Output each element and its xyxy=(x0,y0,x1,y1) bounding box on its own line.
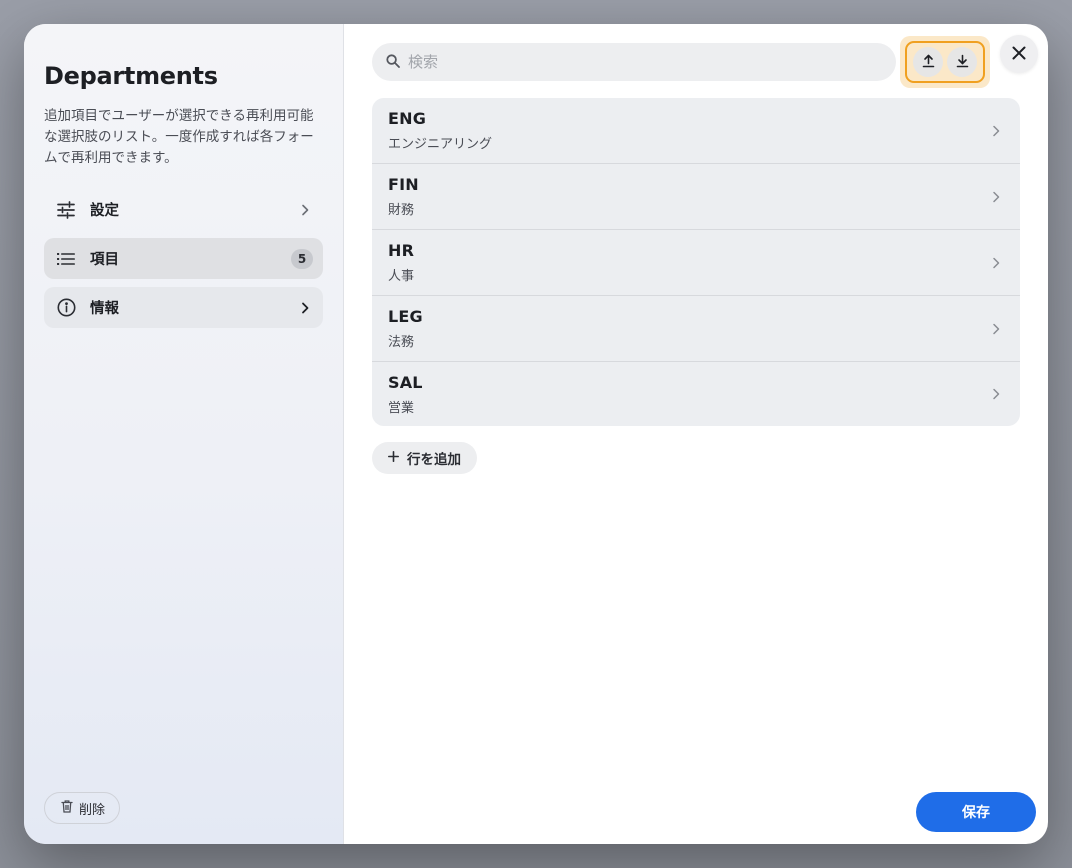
search-input[interactable] xyxy=(408,53,868,71)
info-icon xyxy=(56,298,76,318)
item-name: 人事 xyxy=(388,269,415,284)
items-count-badge: 5 xyxy=(291,248,313,269)
upload-button[interactable] xyxy=(913,47,943,77)
add-row-button[interactable]: 行を追加 xyxy=(372,442,477,474)
save-button[interactable]: 保存 xyxy=(916,792,1036,832)
item-code: SAL xyxy=(388,372,423,392)
list-item-text: SAL 営業 xyxy=(388,373,988,416)
sidebar-item-label: 設定 xyxy=(90,203,119,219)
chevron-right-icon xyxy=(988,386,1004,402)
departments-dialog: Departments 追加項目でユーザーが選択できる再利用可能な選択肢のリスト… xyxy=(24,24,1048,844)
chevron-right-icon xyxy=(297,300,313,316)
download-icon xyxy=(956,53,969,72)
list-icon xyxy=(56,249,76,269)
sidebar-item-settings[interactable]: 設定 xyxy=(44,189,323,230)
delete-button[interactable]: 削除 xyxy=(44,792,121,824)
chevron-right-icon xyxy=(988,321,1004,337)
list-item[interactable]: LEG 法務 xyxy=(372,296,1020,362)
sidebar-nav: 設定 項目 5 情報 xyxy=(44,189,323,328)
chevron-right-icon xyxy=(988,255,1004,271)
main-panel: ENG エンジニアリング FIN 財務 HR 人事 xyxy=(344,24,1048,844)
upload-icon xyxy=(922,53,935,72)
item-code: FIN xyxy=(388,175,419,194)
import-export-highlight xyxy=(905,41,985,83)
toolbar xyxy=(372,36,1020,88)
sidebar-item-label: 情報 xyxy=(90,301,119,317)
item-name: 法務 xyxy=(388,335,415,350)
sidebar-item-info[interactable]: 情報 xyxy=(44,287,323,328)
add-row-label: 行を追加 xyxy=(407,452,461,468)
delete-label: 削除 xyxy=(79,802,106,818)
close-button[interactable] xyxy=(1000,35,1038,73)
plus-icon xyxy=(388,450,399,466)
list-item-text: ENG エンジニアリング xyxy=(388,109,988,152)
sidebar-item-label: 項目 xyxy=(90,252,119,268)
sliders-icon xyxy=(56,200,76,220)
list-item-text: FIN 財務 xyxy=(388,175,988,218)
chevron-right-icon xyxy=(988,123,1004,139)
import-export-group xyxy=(900,36,990,88)
list-item[interactable]: FIN 財務 xyxy=(372,164,1020,230)
item-name: エンジニアリング xyxy=(388,137,493,152)
items-list: ENG エンジニアリング FIN 財務 HR 人事 LEG 法務 SAL 営業 xyxy=(372,98,1020,426)
dialog-description: 追加項目でユーザーが選択できる再利用可能な選択肢のリスト。一度作成すれば各フォー… xyxy=(44,108,314,166)
close-icon xyxy=(1012,45,1026,64)
list-item[interactable]: SAL 営業 xyxy=(372,362,1020,426)
dialog-title: Departments xyxy=(44,62,218,90)
search-icon xyxy=(386,53,400,72)
list-item-text: HR 人事 xyxy=(388,241,988,284)
list-item[interactable]: HR 人事 xyxy=(372,230,1020,296)
chevron-right-icon xyxy=(297,202,313,218)
sidebar-item-items[interactable]: 項目 5 xyxy=(44,238,323,279)
search-box[interactable] xyxy=(372,43,896,81)
list-item-text: LEG 法務 xyxy=(388,307,988,350)
sidebar: Departments 追加項目でユーザーが選択できる再利用可能な選択肢のリスト… xyxy=(24,24,344,844)
item-code: ENG xyxy=(388,109,427,128)
list-item[interactable]: ENG エンジニアリング xyxy=(372,98,1020,164)
item-code: HR xyxy=(388,241,415,260)
item-code: LEG xyxy=(388,307,423,326)
trash-icon xyxy=(61,799,73,817)
download-button[interactable] xyxy=(947,47,977,77)
item-name: 財務 xyxy=(388,203,415,218)
chevron-right-icon xyxy=(988,189,1004,205)
item-name: 営業 xyxy=(388,400,415,416)
